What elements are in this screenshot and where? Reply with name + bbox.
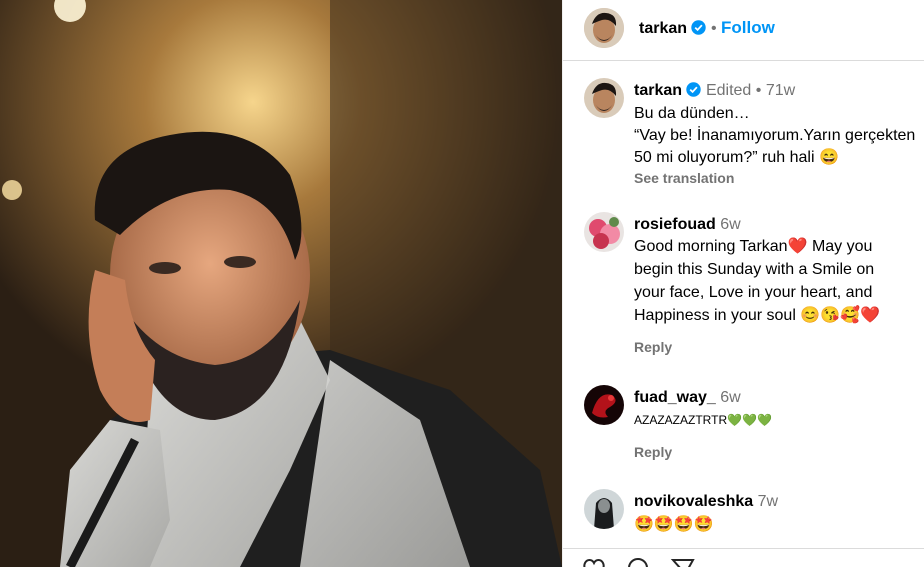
comment-text-line: Good morning Tarkan❤️ May you [634, 238, 873, 255]
comment-bubble-icon[interactable] [625, 556, 651, 567]
comment-text-line: begin this Sunday with a Smile on [634, 261, 875, 278]
caption-avatar[interactable] [584, 78, 624, 118]
caption-age[interactable]: 71w [766, 82, 795, 99]
comment-text-line: Happiness in your soul 😊😘🥰❤️ [634, 307, 880, 324]
caption-header: tarkan Edited • 71w [634, 80, 795, 102]
comment-header: novikovaleshka 7w [634, 491, 778, 513]
like-heart-icon[interactable] [581, 556, 607, 567]
reply-button[interactable]: Reply [634, 339, 672, 355]
post-header: tarkan • Follow [563, 0, 924, 61]
caption-avatar-image [584, 78, 624, 118]
caption-line-1: Bu da dünden… [634, 105, 750, 122]
post-photo-image [0, 0, 562, 567]
action-bar-divider [563, 548, 924, 549]
comment-username[interactable]: rosiefouad [634, 216, 716, 233]
comment-username[interactable]: fuad_way_ [634, 389, 716, 406]
comment-header: rosiefouad 6w [634, 214, 741, 236]
comment-avatar-image [584, 212, 624, 252]
edited-label: Edited [705, 82, 752, 99]
comment-avatar[interactable] [584, 212, 624, 252]
verified-badge-icon [686, 82, 702, 97]
follow-button[interactable]: Follow [721, 18, 775, 37]
caption-separator: • [755, 82, 762, 99]
comment-avatar-image [584, 385, 624, 425]
comment-header: fuad_way_ 6w [634, 387, 741, 409]
header-username[interactable]: tarkan [639, 20, 687, 37]
comment-age[interactable]: 7w [758, 493, 778, 510]
author-avatar-image [584, 8, 624, 48]
comment-age[interactable]: 6w [720, 216, 740, 233]
comment-text-line: AZAZAZAZTRTR💚💚💚 [634, 413, 772, 427]
see-translation-link[interactable]: See translation [634, 170, 734, 186]
post-photo[interactable] [0, 0, 562, 567]
verified-badge-icon [691, 20, 707, 35]
action-bar [581, 556, 710, 567]
reply-button[interactable]: Reply [634, 444, 672, 460]
comment-avatar-image [584, 489, 624, 529]
comment-text-line: 🤩🤩🤩🤩 [634, 516, 714, 533]
share-send-icon[interactable] [670, 556, 696, 567]
comment-age[interactable]: 6w [720, 389, 740, 406]
comment-avatar[interactable] [584, 385, 624, 425]
caption-line-2: “Vay be! İnanamıyorum.Yarın gerçekten [634, 127, 916, 144]
caption-username[interactable]: tarkan [634, 82, 682, 99]
comment-username[interactable]: novikovaleshka [634, 493, 753, 510]
header-separator: • [710, 20, 717, 37]
caption-line-3: 50 mi oluyorum?” ruh hali 😄 [634, 149, 839, 166]
post-side-panel: tarkan • Follow tarkan Edited • 71w Bu d… [562, 0, 924, 567]
author-avatar[interactable] [584, 8, 624, 48]
comment-avatar[interactable] [584, 489, 624, 529]
comment-text-line: your face, Love in your heart, and [634, 284, 873, 301]
